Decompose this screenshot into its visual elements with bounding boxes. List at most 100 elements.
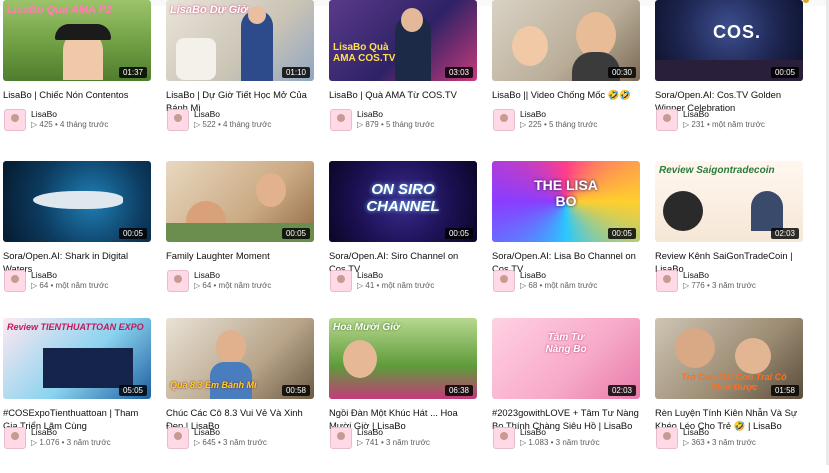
video-thumbnail[interactable]: THE LISA BO 00:05 [492,161,640,242]
channel-avatar[interactable] [4,109,26,131]
thumbnail-overlay-text: Tâm Tư Nàng Bo [545,332,587,355]
view-count: 522 [202,120,216,129]
channel-name[interactable]: LisaBo [357,109,383,119]
video-thumbnail[interactable]: ON SIRO CHANNEL 00:05 [329,161,477,242]
video-thumbnail[interactable]: LisaBo Quà AMA COS.TV 03:03 [329,0,477,81]
channel-avatar[interactable] [656,109,678,131]
video-card[interactable]: Hoa Mười Giờ 06:38 Ngồi Đàn Một Khúc Hát… [329,318,481,473]
video-meta: ▷ 522 • 4 tháng trước [194,120,272,129]
channel-avatar[interactable] [167,270,189,292]
view-count: 776 [691,281,705,290]
channel-name[interactable]: LisaBo [683,109,709,119]
video-title[interactable]: LisaBo | Chiếc Nón Contentos [3,88,153,101]
video-thumbnail[interactable]: 00:30 [492,0,640,81]
video-meta: ▷ 741 • 3 năm trước [357,438,430,447]
video-thumbnail[interactable]: Trò Con Gà! Con Trai Cô Chơi Được 01:58 [655,318,803,399]
view-count: 1.076 [39,438,60,447]
video-thumbnail[interactable]: Quà 8.3 Em Bánh Mì 00:58 [166,318,314,399]
channel-avatar[interactable] [493,109,515,131]
channel-avatar[interactable] [493,427,515,449]
video-meta: ▷ 879 • 5 tháng trước [357,120,435,129]
channel-avatar[interactable] [4,270,26,292]
upload-age: 3 năm trước [222,438,267,447]
channel-avatar[interactable] [493,270,515,292]
video-card[interactable]: 00:30 LisaBo || Video Chống Mốc 🤣🤣 LisaB… [492,0,644,155]
channel-avatar[interactable] [167,109,189,131]
duration-badge: 06:38 [444,385,473,396]
video-title[interactable]: Family Laughter Moment [166,249,316,262]
channel-name[interactable]: LisaBo [194,427,220,437]
video-card[interactable]: 00:05 Family Laughter Moment LisaBo ▷ 64… [166,161,318,316]
channel-name[interactable]: LisaBo [194,109,220,119]
view-count: 645 [202,438,216,447]
channel-avatar[interactable] [330,109,352,131]
video-thumbnail[interactable]: Hoa Mười Giờ 06:38 [329,318,477,399]
upload-age: một năm trước [55,281,109,290]
thumbnail-overlay-text: THE LISA BO [534,177,598,209]
video-card[interactable]: Quà 8.3 Em Bánh Mì 00:58 Chúc Các Cô 8.3… [166,318,318,473]
video-card[interactable]: Tâm Tư Nàng Bo 02:03 #2023gowithLOVE + T… [492,318,644,473]
channel-name[interactable]: LisaBo [31,270,57,280]
video-thumbnail[interactable]: 00:05 [3,161,151,242]
video-title[interactable]: LisaBo || Video Chống Mốc 🤣🤣 [492,88,642,101]
channel-name[interactable]: LisaBo [357,427,383,437]
video-card[interactable]: ON SIRO CHANNEL 00:05 Sora/Open.AI: Siro… [329,161,481,316]
video-thumbnail[interactable]: Tâm Tư Nàng Bo 02:03 [492,318,640,399]
video-card[interactable]: Review Saigontradecoin 02:03 Review Kênh… [655,161,807,316]
thumbnail-overlay-text: LisaBo Quà AMA P2 [7,4,112,16]
video-meta: ▷ 776 • 3 năm trước [683,281,756,290]
video-thumbnail[interactable]: COS. 00:05 [655,0,803,81]
view-count: 225 [528,120,542,129]
channel-name[interactable]: LisaBo [31,109,57,119]
video-card[interactable]: 00:05 Sora/Open.AI: Shark in Digital Wat… [3,161,155,316]
upload-age: 3 năm trước [66,438,111,447]
channel-name[interactable]: LisaBo [357,270,383,280]
channel-name[interactable]: LisaBo [520,270,546,280]
video-thumbnail[interactable]: LisaBo Dự Giờ 01:10 [166,0,314,81]
thumbnail-overlay-text: Quà 8.3 Em Bánh Mì [170,380,257,390]
channel-avatar[interactable] [656,270,678,292]
channel-avatar[interactable] [656,427,678,449]
video-card[interactable]: THE LISA BO 00:05 Sora/Open.AI: Lisa Bo … [492,161,644,316]
video-card[interactable]: COS. 00:05 Sora/Open.AI: Cos.TV Golden W… [655,0,807,155]
video-card[interactable]: LisaBo Quà AMA COS.TV 03:03 LisaBo | Quà… [329,0,481,155]
thumbnail-overlay-text: ON SIRO CHANNEL [366,181,440,215]
upload-age: 3 năm trước [711,281,756,290]
upload-age: một năm trước [381,281,435,290]
view-count: 741 [365,438,379,447]
view-count: 64 [39,281,49,290]
channel-name[interactable]: LisaBo [520,427,546,437]
upload-age: 3 năm trước [555,438,600,447]
thumbnail-overlay-text: LisaBo Quà AMA COS.TV [333,42,396,64]
channel-avatar[interactable] [4,427,26,449]
channel-avatar[interactable] [330,270,352,292]
channel-avatar[interactable] [167,427,189,449]
duration-badge: 00:05 [281,228,310,239]
video-thumbnail[interactable]: LisaBo Quà AMA P2 01:37 [3,0,151,81]
channel-name[interactable]: LisaBo [520,109,546,119]
duration-badge: 01:10 [281,67,310,78]
video-card[interactable]: Trò Con Gà! Con Trai Cô Chơi Được 01:58 … [655,318,807,473]
upload-age: 4 tháng trước [222,120,272,129]
video-card[interactable]: Review TIENTHUATTOAN EXPO 05:05 #COSExpo… [3,318,155,473]
upload-age: 5 tháng trước [385,120,435,129]
video-meta: ▷ 231 • một năm trước [683,120,765,129]
duration-badge: 00:30 [607,67,636,78]
channel-name[interactable]: LisaBo [683,427,709,437]
channel-name[interactable]: LisaBo [31,427,57,437]
video-card[interactable]: LisaBo Quà AMA P2 01:37 LisaBo | Chiếc N… [3,0,155,155]
channel-avatar[interactable] [330,427,352,449]
video-thumbnail[interactable]: Review Saigontradecoin 02:03 [655,161,803,242]
channel-name[interactable]: LisaBo [683,270,709,280]
video-thumbnail[interactable]: 00:05 [166,161,314,242]
video-meta: ▷ 363 • 3 năm trước [683,438,756,447]
video-meta: ▷ 68 • một năm trước [520,281,598,290]
video-title[interactable]: LisaBo | Quà AMA Từ COS.TV [329,88,479,101]
video-meta: ▷ 645 • 3 năm trước [194,438,267,447]
thumbnail-overlay-text: Review TIENTHUATTOAN EXPO [7,322,144,332]
channel-name[interactable]: LisaBo [194,270,220,280]
view-count: 425 [39,120,53,129]
video-meta: ▷ 64 • một năm trước [194,281,272,290]
video-card[interactable]: LisaBo Dự Giờ 01:10 LisaBo | Dự Giờ Tiết… [166,0,318,155]
video-thumbnail[interactable]: Review TIENTHUATTOAN EXPO 05:05 [3,318,151,399]
